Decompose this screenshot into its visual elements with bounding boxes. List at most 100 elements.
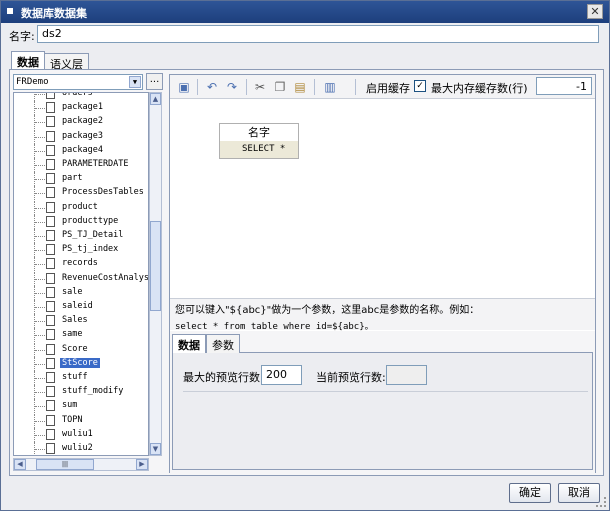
tree-item-label: producttype — [62, 215, 119, 226]
popup-option[interactable]: SELECT * — [220, 141, 298, 158]
table-icon — [46, 102, 55, 114]
title-bar: 数据库数据集 ✕ — [1, 1, 609, 23]
tree-item-label: wuliu1 — [62, 428, 93, 439]
autocomplete-popup: 名字 SELECT * — [219, 123, 299, 159]
tree-connector — [35, 363, 45, 365]
close-button[interactable]: ✕ — [587, 4, 603, 19]
name-input[interactable]: ds2 — [37, 25, 599, 43]
scroll-thumb[interactable] — [150, 221, 161, 311]
tree-item-label: stuff_modify — [62, 386, 124, 397]
cache-label: 启用缓存 — [366, 82, 410, 95]
tree-connector — [35, 165, 45, 166]
table-icon — [46, 272, 55, 284]
window-icon — [7, 8, 13, 14]
cut-icon[interactable]: ✂ — [252, 79, 268, 95]
table-icon — [46, 130, 55, 142]
tree-connector — [35, 307, 45, 308]
tree-connector — [35, 349, 45, 351]
tree-item-label: Score — [62, 343, 88, 354]
tree-connector — [35, 136, 45, 138]
max-cache-label: 最大内存缓存数(行) — [431, 82, 528, 95]
undo-icon[interactable]: ↶ — [204, 79, 220, 95]
scroll-right-icon[interactable]: ▶ — [136, 459, 148, 470]
tab-preview-data[interactable]: 数据 — [172, 334, 206, 353]
max-preview-label: 最大的预览行数: — [183, 371, 264, 384]
hint-line-1: 您可以键入"${abc}"做为一个参数，这里abc是参数的名称。例如： — [175, 305, 480, 316]
table-icon — [46, 400, 55, 412]
max-cache-input[interactable]: -1 — [536, 77, 592, 95]
chevron-down-icon[interactable]: ▼ — [129, 76, 141, 88]
tree-item-label: RevenueCostAnalys: — [62, 272, 149, 283]
scroll-down-icon[interactable]: ▼ — [150, 443, 161, 455]
tree-item-label: same — [62, 329, 83, 340]
tree-item-label: package1 — [62, 102, 103, 113]
tree-item-label: stuff — [62, 372, 88, 382]
paste-icon[interactable]: ▤ — [292, 79, 308, 95]
max-preview-input[interactable]: 200 — [261, 365, 302, 385]
dialog-window: 数据库数据集 ✕ 名字: ds2 数据 语义层 FRDemo ▼ ... ord… — [0, 0, 610, 511]
table-icon — [46, 286, 55, 298]
table-tree: orders package1 package2 package3 package4 PA… — [13, 92, 149, 456]
toolbar-separator — [197, 79, 198, 95]
table-icon — [46, 187, 55, 199]
scroll-left-icon[interactable]: ◀ — [14, 459, 26, 470]
tree-connector — [35, 335, 45, 337]
tab-data[interactable]: 数据 — [11, 51, 45, 70]
tree-item-label: PARAMETERDATE — [62, 159, 129, 169]
tree-item-label: records — [62, 258, 98, 269]
window-title: 数据库数据集 — [21, 7, 87, 20]
tree-connector — [35, 250, 45, 252]
table-icon — [46, 386, 55, 398]
ok-button[interactable]: 确定 — [509, 483, 551, 503]
table-icon — [46, 258, 55, 270]
table-icon — [46, 301, 55, 312]
tree-connector — [35, 221, 45, 223]
preview-icon[interactable]: ▣ — [176, 79, 192, 95]
tree-connector — [35, 449, 45, 450]
copy-icon[interactable]: ❐ — [272, 79, 288, 95]
cache-checkbox[interactable]: ✓ — [414, 80, 426, 92]
table-icon — [46, 230, 55, 241]
tab-parameters[interactable]: 参数 — [206, 334, 240, 353]
toolbar-separator — [355, 79, 356, 95]
table-icon — [46, 244, 55, 256]
table-icon — [46, 329, 55, 341]
parameter-hint: 您可以键入"${abc}"做为一个参数，这里abc是参数的名称。例如： sele… — [170, 298, 595, 332]
tree-connector — [35, 108, 45, 110]
tree-horizontal-scrollbar[interactable]: ◀ ||| ▶ — [13, 458, 149, 471]
table-icon — [46, 116, 55, 128]
datasource-more-button[interactable]: ... — [146, 73, 163, 90]
tree-item-label: package4 — [62, 144, 103, 155]
table-icon — [46, 428, 55, 440]
table-icon — [46, 144, 55, 156]
table-icon — [46, 372, 55, 383]
tree-connector — [35, 122, 45, 124]
tree-connector — [35, 434, 45, 436]
tree-item-label: PS_TJ_Detail — [62, 230, 124, 240]
current-preview-input — [386, 365, 427, 385]
table-icon — [46, 159, 55, 170]
tree-item-label: TOPN — [62, 414, 83, 425]
redo-icon[interactable]: ↷ — [224, 79, 240, 95]
table-icon — [46, 343, 55, 355]
tree-item-label: sale — [62, 286, 83, 297]
cancel-button[interactable]: 取消 — [558, 483, 600, 503]
table-icon — [46, 201, 55, 213]
current-preview-label: 当前预览行数: — [316, 371, 386, 384]
resize-grip-icon[interactable] — [596, 497, 606, 507]
scroll-up-icon[interactable]: ▲ — [150, 93, 161, 105]
preview-section: 最大的预览行数: 200 当前预览行数: 数据 参数 — [170, 331, 595, 473]
columns-icon[interactable]: ▥ — [322, 79, 338, 95]
tree-item-label: Sales — [62, 315, 88, 326]
table-icon — [46, 93, 55, 99]
tree-connector — [35, 207, 45, 209]
datasource-select[interactable]: FRDemo ▼ — [13, 74, 143, 90]
toolbar-separator — [246, 79, 247, 95]
tree-item-label: StScore — [60, 357, 100, 368]
tree-item-label: orders — [62, 92, 93, 98]
scroll-thumb-horizontal[interactable]: ||| — [36, 459, 94, 470]
datasource-value: FRDemo — [16, 77, 49, 87]
name-label: 名字: — [9, 30, 35, 43]
tree-connector — [35, 236, 45, 237]
tree-vertical-scrollbar[interactable]: ▲ ▼ — [149, 92, 162, 456]
